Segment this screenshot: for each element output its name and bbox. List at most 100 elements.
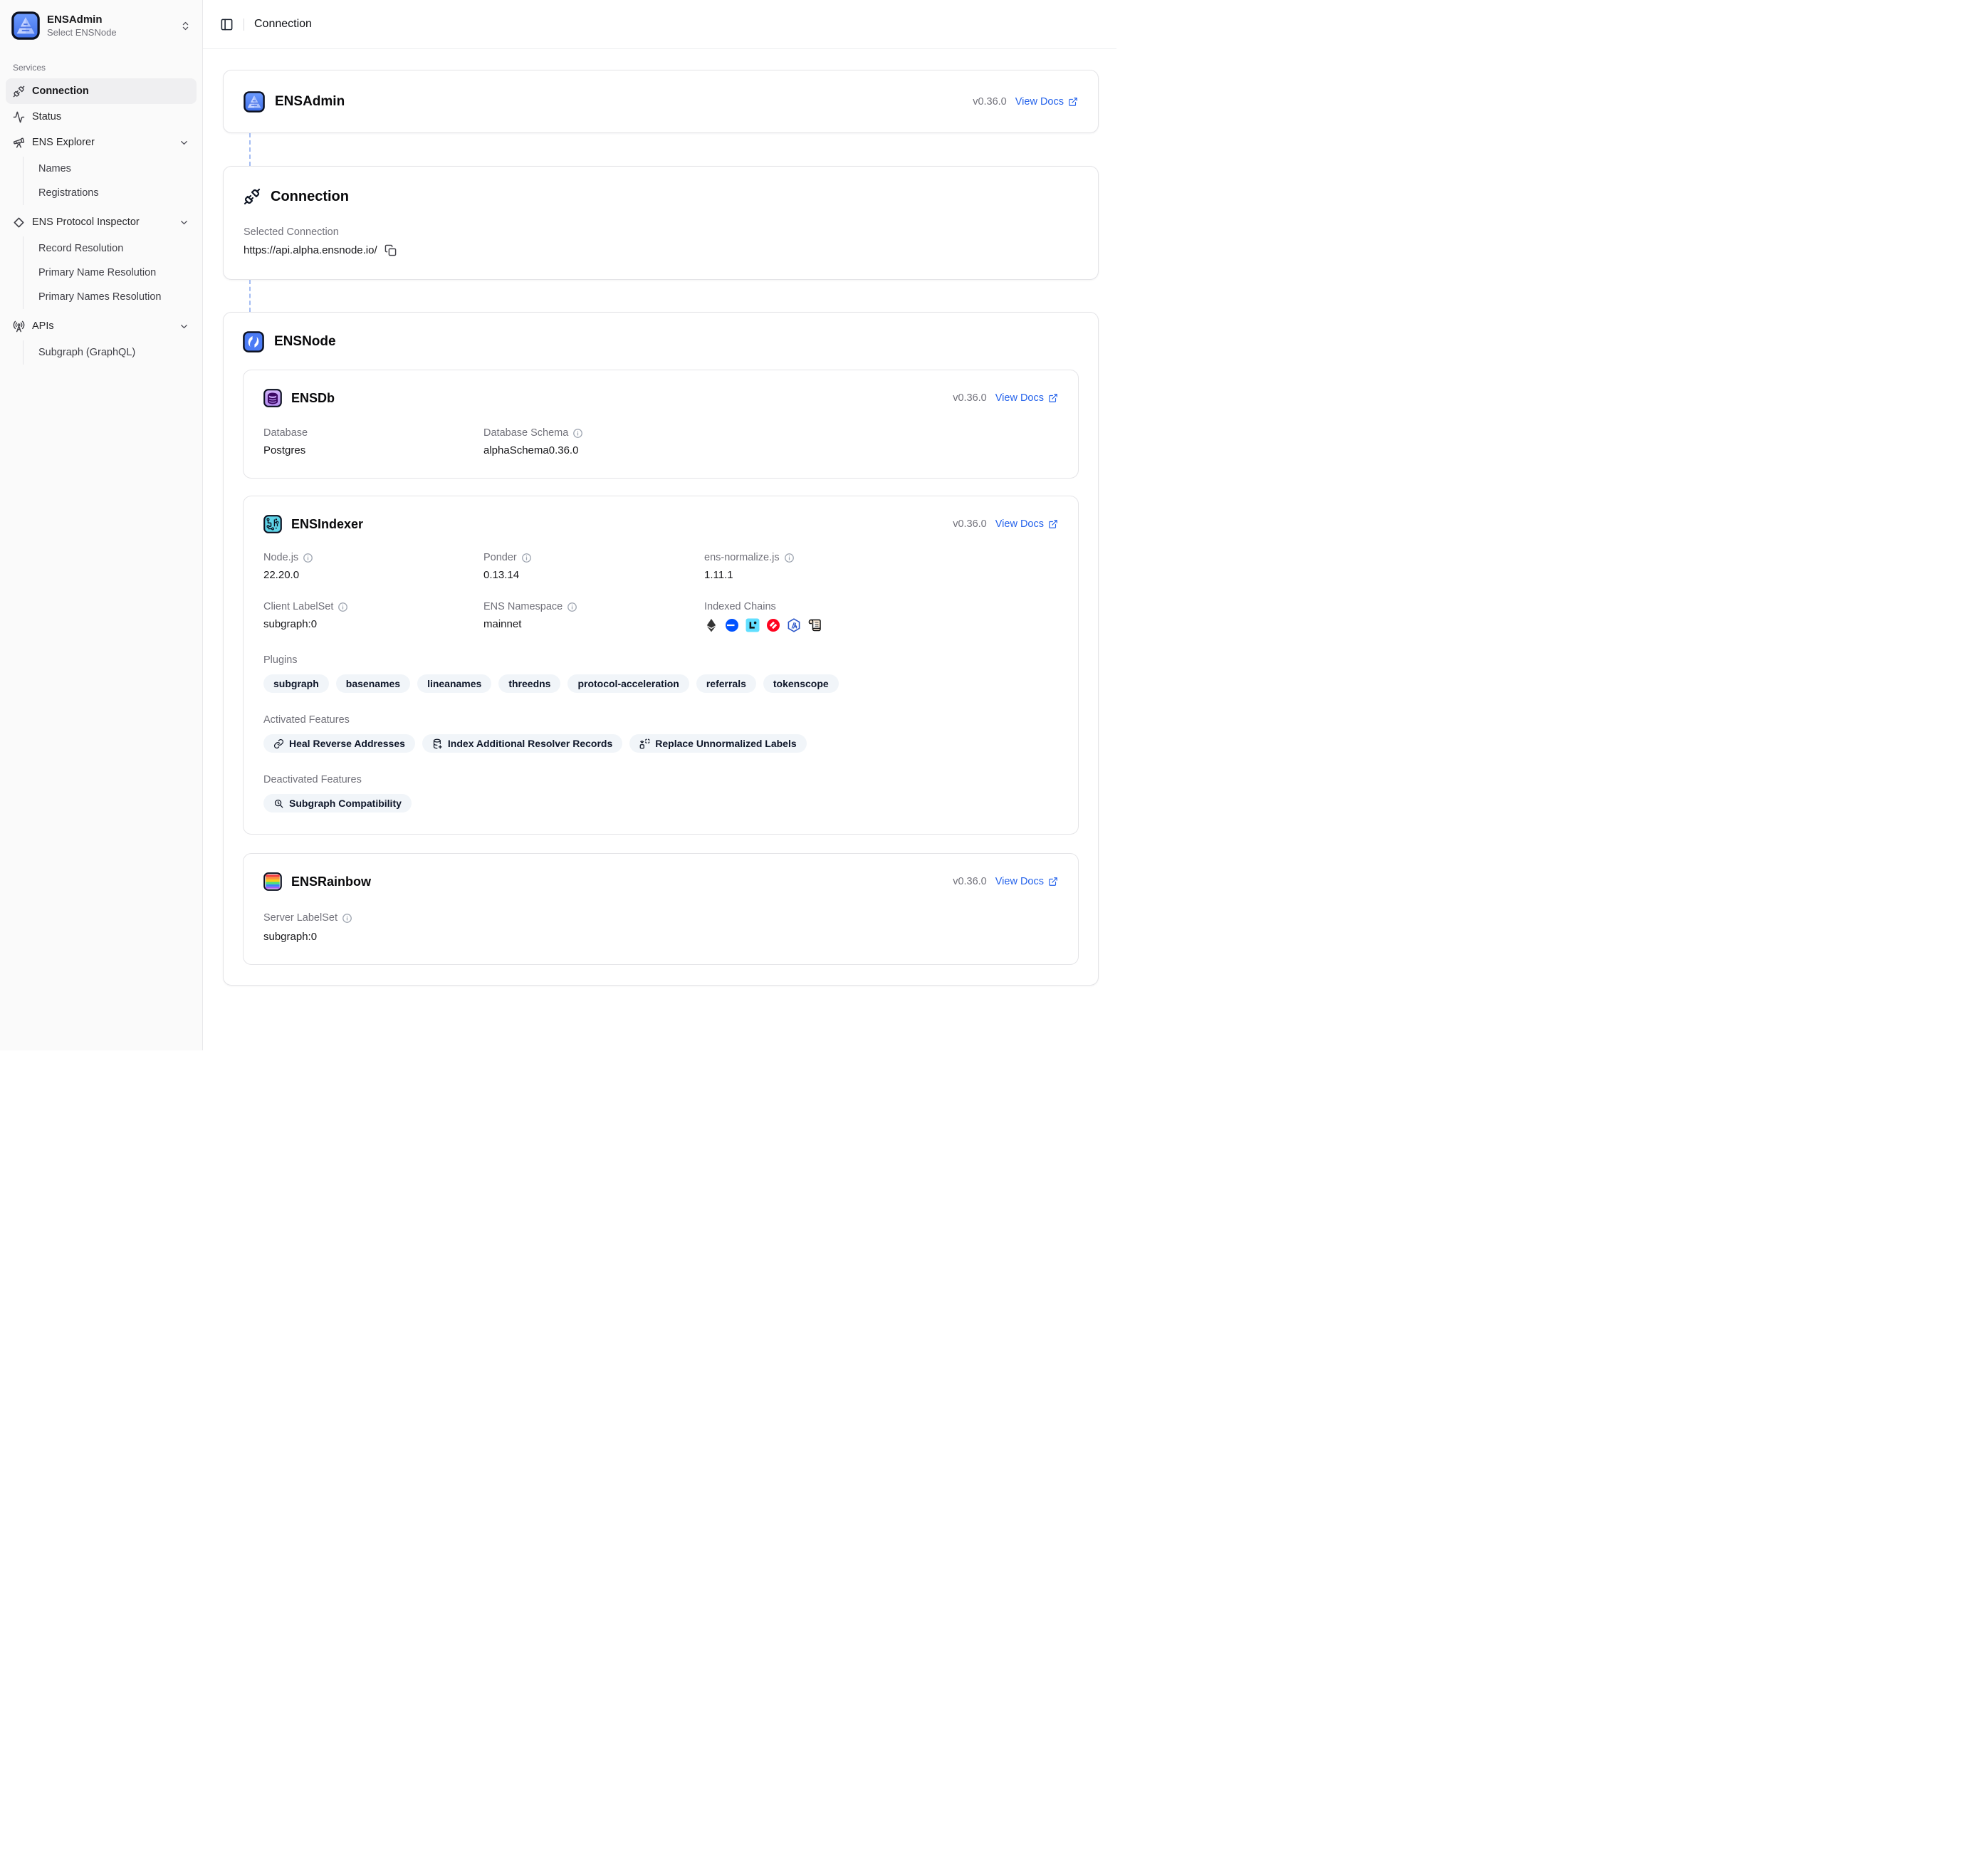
arbitrum-chain-icon bbox=[787, 618, 801, 632]
database-value: Postgres bbox=[263, 444, 483, 456]
content-scroll[interactable]: ENSAdmin v0.36.0 View Docs Connection Se… bbox=[203, 49, 1116, 1050]
sidebar-item-label: Primary Name Resolution bbox=[38, 267, 156, 278]
sidebar-item-label: Connection bbox=[32, 85, 89, 97]
sidebar-item-ens-explorer[interactable]: ENS Explorer bbox=[6, 130, 197, 155]
info-icon[interactable] bbox=[784, 553, 795, 563]
feature-pill-subgraph-compatibility: Subgraph Compatibility bbox=[263, 794, 412, 813]
database-label: Database bbox=[263, 427, 483, 439]
deactivated-features-label: Deactivated Features bbox=[263, 774, 1058, 785]
sidebar-item-label: ENS Explorer bbox=[32, 137, 95, 148]
ensrainbow-version: v0.36.0 bbox=[953, 876, 987, 887]
ensdb-version: v0.36.0 bbox=[953, 392, 987, 404]
ensrainbow-logo-icon bbox=[263, 872, 282, 891]
sidebar-toggle-icon[interactable] bbox=[220, 18, 234, 31]
sidebar-item-ens-protocol-inspector[interactable]: ENS Protocol Inspector bbox=[6, 209, 197, 235]
topbar: Connection bbox=[203, 0, 1116, 49]
ensnode-selector[interactable]: ENSAdmin Select ENSNode bbox=[6, 10, 197, 40]
connection-card: Connection Selected Connection https://a… bbox=[223, 166, 1099, 280]
ens-normalize-value: 1.11.1 bbox=[704, 569, 1058, 581]
plugin-pill: referrals bbox=[696, 674, 756, 693]
plugins-row: subgraph basenames lineanames threedns p… bbox=[263, 674, 1058, 693]
sidebar-item-label: APIs bbox=[32, 320, 54, 332]
info-icon[interactable] bbox=[567, 602, 577, 612]
plugin-pill: subgraph bbox=[263, 674, 329, 693]
base-chain-icon bbox=[725, 618, 739, 632]
info-icon[interactable] bbox=[303, 553, 313, 563]
ensnode-card: ENSNode ENSDb v0.36.0 View Docs bbox=[223, 312, 1099, 986]
feature-pill-replace-unnormalized-labels: Replace Unnormalized Labels bbox=[629, 734, 806, 753]
sidebar-item-status[interactable]: Status bbox=[6, 104, 197, 130]
app-root: ENSAdmin Select ENSNode Services Connect… bbox=[0, 0, 1116, 1050]
sidebar-item-label: Registrations bbox=[38, 187, 99, 199]
ensindexer-view-docs-link[interactable]: View Docs bbox=[995, 518, 1058, 530]
chevron-down-icon[interactable] bbox=[179, 217, 189, 228]
sidebar-item-primary-names-resolution[interactable]: Primary Names Resolution bbox=[33, 285, 197, 309]
feature-pill-label: Subgraph Compatibility bbox=[289, 798, 402, 809]
sidebar-item-record-resolution[interactable]: Record Resolution bbox=[33, 236, 197, 261]
ensadmin-card-title: ENSAdmin bbox=[275, 94, 345, 110]
chevrons-up-down-icon[interactable] bbox=[180, 21, 191, 31]
info-icon[interactable] bbox=[338, 602, 348, 612]
sidebar-item-label: Names bbox=[38, 163, 71, 174]
feature-pill-label: Replace Unnormalized Labels bbox=[655, 738, 796, 749]
ensnode-logo-icon bbox=[243, 331, 264, 352]
info-icon[interactable] bbox=[572, 428, 583, 439]
connector-dashed-line bbox=[249, 133, 251, 166]
telescope-icon bbox=[13, 137, 25, 149]
plugin-pill: lineanames bbox=[417, 674, 491, 693]
ensdb-logo-icon bbox=[263, 389, 282, 407]
nodejs-value: 22.20.0 bbox=[263, 569, 483, 581]
sidebar-item-apis[interactable]: APIs bbox=[6, 313, 197, 339]
feature-pill-label: Heal Reverse Addresses bbox=[289, 738, 405, 749]
chevron-down-icon[interactable] bbox=[179, 137, 189, 148]
feature-pill-heal-reverse-addresses: Heal Reverse Addresses bbox=[263, 734, 415, 753]
ens-explorer-subgroup: Names Registrations bbox=[23, 157, 197, 205]
selected-connection-url: https://api.alpha.ensnode.io/ bbox=[244, 244, 377, 256]
ensadmin-view-docs-link[interactable]: View Docs bbox=[1015, 96, 1078, 108]
ensnode-card-title: ENSNode bbox=[274, 334, 336, 350]
sidebar-item-label: Primary Names Resolution bbox=[38, 291, 161, 303]
radio-tower-icon bbox=[13, 320, 25, 333]
sidebar-item-names[interactable]: Names bbox=[33, 157, 197, 181]
sidebar-nav: Connection Status ENS Explorer Names Reg… bbox=[6, 78, 197, 369]
plugin-pill: protocol-acceleration bbox=[567, 674, 689, 693]
ensadmin-card-icon bbox=[244, 91, 265, 113]
ethereum-chain-icon bbox=[704, 618, 718, 632]
chevron-down-icon[interactable] bbox=[179, 321, 189, 332]
connector-dashed-line bbox=[249, 280, 251, 312]
indexed-chains-row bbox=[704, 617, 1058, 633]
replace-icon bbox=[639, 738, 650, 749]
database-plus-icon bbox=[432, 738, 443, 749]
sidebar-item-primary-name-resolution[interactable]: Primary Name Resolution bbox=[33, 261, 197, 285]
sidebar-item-subgraph-graphql[interactable]: Subgraph (GraphQL) bbox=[33, 340, 197, 365]
external-link-icon bbox=[1048, 393, 1058, 403]
view-docs-label: View Docs bbox=[995, 876, 1044, 887]
ensindexer-version: v0.36.0 bbox=[953, 518, 987, 530]
external-link-icon bbox=[1048, 519, 1058, 529]
ensindexer-card-title: ENSIndexer bbox=[291, 517, 363, 532]
ensadmin-logo-icon bbox=[11, 11, 40, 40]
ens-normalize-label: ens-normalize.js bbox=[704, 552, 780, 563]
ensrainbow-view-docs-link[interactable]: View Docs bbox=[995, 876, 1058, 887]
info-icon[interactable] bbox=[342, 913, 352, 924]
database-schema-value: alphaSchema0.36.0 bbox=[483, 444, 704, 456]
diamond-icon bbox=[13, 216, 25, 229]
sidebar-item-connection[interactable]: Connection bbox=[6, 78, 197, 104]
copy-icon[interactable] bbox=[384, 244, 397, 256]
ensrainbow-card: ENSRainbow v0.36.0 View Docs Server Labe… bbox=[243, 853, 1079, 965]
view-docs-label: View Docs bbox=[995, 392, 1044, 404]
plugin-pill: basenames bbox=[336, 674, 410, 693]
activated-features-row: Heal Reverse Addresses Index Additional … bbox=[263, 734, 1058, 753]
ensindexer-logo-icon bbox=[263, 515, 282, 533]
protocol-inspector-subgroup: Record Resolution Primary Name Resolutio… bbox=[23, 236, 197, 309]
info-icon[interactable] bbox=[521, 553, 532, 563]
apis-subgroup: Subgraph (GraphQL) bbox=[23, 340, 197, 365]
sidebar-item-label: Record Resolution bbox=[38, 243, 123, 254]
ens-namespace-value: mainnet bbox=[483, 618, 704, 630]
sidebar-item-registrations[interactable]: Registrations bbox=[33, 181, 197, 205]
unplug-icon bbox=[13, 85, 25, 98]
view-docs-label: View Docs bbox=[1015, 96, 1064, 108]
server-labelset-value: subgraph:0 bbox=[263, 931, 1058, 943]
ensdb-view-docs-link[interactable]: View Docs bbox=[995, 392, 1058, 404]
feature-pill-index-additional-resolver-records: Index Additional Resolver Records bbox=[422, 734, 622, 753]
